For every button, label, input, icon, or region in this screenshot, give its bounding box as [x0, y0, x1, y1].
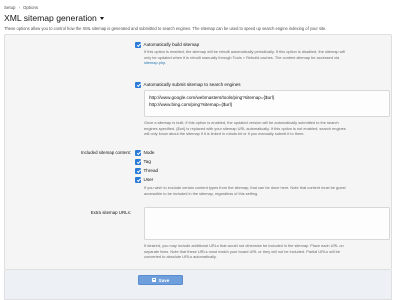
form-footer: Save — [4, 270, 392, 300]
included-content-help-line-2: accessible to be included in the sitemap… — [144, 190, 259, 196]
breadcrumb-item-options[interactable]: Options — [23, 5, 38, 10]
auto-submit-label: Automatically submit sitemap to search e… — [143, 82, 241, 88]
auto-build-help-end: . — [165, 60, 167, 66]
page-title-text: XML sitemap generation — [4, 13, 97, 23]
checkbox-checked-icon[interactable] — [135, 42, 141, 48]
content-checkbox-tag[interactable]: Tag — [135, 159, 151, 165]
content-checkbox-thread[interactable]: Thread — [135, 168, 158, 174]
auto-build-help-line-3: sitemap.php. — [144, 60, 392, 66]
auto-submit-checkbox[interactable]: Automatically submit sitemap to search e… — [135, 82, 241, 88]
content-user-label: User — [143, 177, 154, 183]
search-engine-urls-textarea[interactable]: http://www.google.com/webmasters/tools/p… — [144, 90, 390, 117]
chevron-down-icon[interactable] — [99, 17, 104, 20]
content-node-label: Node — [143, 150, 155, 156]
save-button-label: Save — [158, 277, 170, 283]
search-engine-url-google: http://www.google.com/webmasters/tools/p… — [149, 95, 275, 100]
checkbox-checked-icon[interactable] — [135, 177, 141, 183]
extra-urls-help: If desired, you may include additional U… — [144, 243, 392, 260]
extra-urls-label: Extra sitemap URLs: — [90, 210, 131, 215]
auto-build-help: If this option is enabled, the sitemap w… — [144, 49, 392, 66]
search-engine-url-bing: http://www.bing.com/ping?sitemap={$url} — [149, 102, 233, 107]
included-content-help: If you wish to exclude certain content t… — [144, 185, 392, 196]
included-content-label: Included sitemap content: — [80, 150, 131, 155]
breadcrumb-separator: › — [18, 4, 20, 10]
page-description: These options allow you to control how t… — [4, 26, 327, 31]
checkbox-checked-icon[interactable] — [135, 159, 141, 165]
breadcrumb-item-setup[interactable]: Setup — [4, 5, 15, 10]
auto-submit-help-line-3: will only know about the sitemap if it i… — [144, 131, 305, 137]
sitemap-link[interactable]: sitemap.php — [144, 60, 165, 65]
content-thread-label: Thread — [143, 168, 159, 174]
save-button[interactable]: Save — [138, 275, 183, 285]
checkbox-checked-icon[interactable] — [135, 168, 141, 174]
auto-build-checkbox[interactable]: Automatically build sitemap — [135, 42, 199, 48]
content-checkbox-user[interactable]: User — [135, 177, 153, 183]
checkbox-checked-icon[interactable] — [135, 82, 141, 88]
extra-urls-textarea[interactable] — [144, 207, 390, 240]
breadcrumb: Setup › Options — [4, 3, 38, 11]
save-icon — [151, 278, 156, 282]
auto-submit-help: Once a sitemap is built, if this option … — [144, 120, 392, 137]
content-tag-label: Tag — [143, 159, 151, 165]
extra-urls-help-line-3: converted to absolute URLs automatically… — [144, 254, 217, 260]
auto-build-label: Automatically build sitemap — [143, 42, 200, 48]
content-checkbox-node[interactable]: Node — [135, 150, 154, 156]
options-panel: Automatically build sitemap If this opti… — [4, 34, 392, 270]
page-title[interactable]: XML sitemap generation — [4, 12, 104, 24]
checkbox-checked-icon[interactable] — [135, 150, 141, 156]
